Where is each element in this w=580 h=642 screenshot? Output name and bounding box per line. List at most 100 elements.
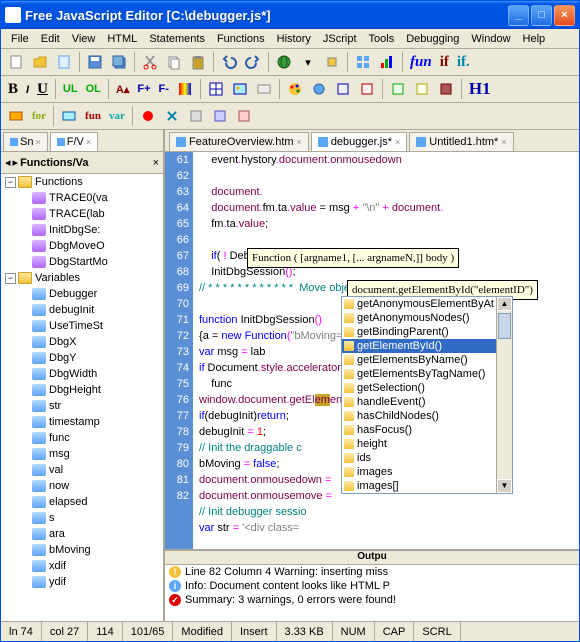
h1-button[interactable]: H1 [466, 79, 494, 99]
font-minus-button[interactable]: F- [156, 83, 172, 95]
editor-tab[interactable]: FeatureOverview.htm× [169, 132, 309, 151]
autocomplete-item[interactable]: getElementsByName() [342, 353, 512, 367]
side-tab-F/V[interactable]: F/V× [50, 132, 98, 151]
tree-fn-DbgMoveO[interactable]: DbgMoveO [1, 238, 163, 254]
autocomplete-item[interactable]: getAnonymousNodes() [342, 311, 512, 325]
t3-1-icon[interactable] [5, 105, 27, 127]
redo-icon[interactable] [242, 51, 264, 73]
open-icon[interactable] [29, 51, 51, 73]
menu-edit[interactable]: Edit [35, 31, 66, 47]
code-line[interactable]: // Init debugger sessio [199, 504, 579, 520]
tree-var-UseTimeSt[interactable]: UseTimeSt [1, 318, 163, 334]
menu-tools[interactable]: Tools [363, 31, 401, 47]
anchor-button[interactable]: A▴ [113, 83, 132, 96]
tools-icon[interactable] [321, 51, 343, 73]
gear-icon[interactable]: ▾ [297, 51, 319, 73]
menu-functions[interactable]: Functions [211, 31, 271, 47]
tree-fn-TRACE0(va[interactable]: TRACE0(va [1, 190, 163, 206]
i5-icon[interactable] [411, 78, 433, 100]
autocomplete-item[interactable]: height [342, 437, 512, 451]
if-text-2[interactable]: if. [454, 54, 473, 71]
code-line[interactable]: fm.ta.value; [199, 216, 579, 232]
tree-var-xdif[interactable]: xdif [1, 558, 163, 574]
expand-icon[interactable]: − [5, 177, 16, 188]
grid-icon[interactable] [352, 51, 374, 73]
tree-fn-InitDbgSe:[interactable]: InitDbgSe: [1, 222, 163, 238]
code-line[interactable]: event.hystory.document.onmousedown [199, 152, 579, 168]
side-tab-Sn[interactable]: Sn× [3, 132, 48, 151]
t3-6-icon[interactable] [209, 105, 231, 127]
menu-debugging[interactable]: Debugging [400, 31, 465, 47]
i4-icon[interactable] [387, 78, 409, 100]
expand-icon[interactable]: − [5, 273, 16, 284]
tree-var-bMoving[interactable]: bMoving [1, 542, 163, 558]
output-line[interactable]: iInfo: Document content looks like HTML … [165, 579, 579, 593]
tree-var-str[interactable]: str [1, 398, 163, 414]
underline-button[interactable]: U [34, 81, 51, 98]
new2-icon[interactable] [53, 51, 75, 73]
tree-var-s[interactable]: s [1, 510, 163, 526]
autocomplete-item[interactable]: getAnonymousElementByAt [342, 297, 512, 311]
t3-5-icon[interactable] [185, 105, 207, 127]
tree-var-elapsed[interactable]: elapsed [1, 494, 163, 510]
menu-jscript[interactable]: JScript [317, 31, 363, 47]
tree-var-msg[interactable]: msg [1, 446, 163, 462]
close-button[interactable]: × [554, 5, 575, 26]
code-line[interactable] [199, 232, 579, 248]
tree-fn-DbgStartMo[interactable]: DbgStartMo [1, 254, 163, 270]
font-plus-button[interactable]: F+ [134, 83, 153, 95]
t3-2-icon[interactable] [58, 105, 80, 127]
link-icon[interactable] [308, 78, 330, 100]
autocomplete-item[interactable]: getSelection() [342, 381, 512, 395]
tab-close-icon[interactable]: × [501, 137, 506, 147]
i3-icon[interactable] [356, 78, 378, 100]
tree-var-ydif[interactable]: ydif [1, 574, 163, 590]
chart-icon[interactable] [376, 51, 398, 73]
code-line[interactable]: var str = '<div class= [199, 520, 579, 536]
code-area[interactable]: event.hystory.document.onmousedown docum… [193, 152, 579, 549]
autocomplete-item[interactable]: hasChildNodes() [342, 409, 512, 423]
tree-view[interactable]: −FunctionsTRACE0(vaTRACE(labInitDbgSe:Db… [1, 174, 163, 621]
scroll-up-icon[interactable]: ▲ [497, 297, 512, 311]
paste-icon[interactable] [187, 51, 209, 73]
menu-window[interactable]: Window [465, 31, 516, 47]
i2-icon[interactable] [332, 78, 354, 100]
code-line[interactable] [199, 168, 579, 184]
tree-var-DbgHeight[interactable]: DbgHeight [1, 382, 163, 398]
editor-tab[interactable]: debugger.js*× [311, 132, 407, 151]
tree-functions[interactable]: −Functions [1, 174, 163, 190]
table-icon[interactable] [205, 78, 227, 100]
minimize-button[interactable]: _ [508, 5, 529, 26]
menu-view[interactable]: View [66, 31, 102, 47]
menu-html[interactable]: HTML [101, 31, 143, 47]
scroll-thumb[interactable] [498, 313, 511, 339]
tree-variables[interactable]: −Variables [1, 270, 163, 286]
tree-var-val[interactable]: val [1, 462, 163, 478]
menu-help[interactable]: Help [517, 31, 552, 47]
form-icon[interactable] [253, 78, 275, 100]
menu-history[interactable]: History [271, 31, 317, 47]
side-nav-left[interactable]: ◂ [5, 156, 11, 169]
tree-var-DbgWidth[interactable]: DbgWidth [1, 366, 163, 382]
bold-button[interactable]: B [5, 81, 21, 98]
color-icon[interactable] [174, 78, 196, 100]
image-icon[interactable] [229, 78, 251, 100]
t3-3-icon[interactable] [137, 105, 159, 127]
autocomplete-item[interactable]: images[] [342, 479, 512, 493]
globe-icon[interactable] [273, 51, 295, 73]
palette-icon[interactable] [284, 78, 306, 100]
new-icon[interactable] [5, 51, 27, 73]
save-icon[interactable] [84, 51, 106, 73]
cut-icon[interactable] [139, 51, 161, 73]
var-text[interactable]: var [106, 110, 128, 122]
ul-button[interactable]: UL [60, 83, 81, 95]
close-icon[interactable]: × [86, 137, 91, 147]
autocomplete-item[interactable]: images [342, 465, 512, 479]
if-text[interactable]: if [437, 54, 452, 71]
ol-button[interactable]: OL [83, 83, 104, 95]
autocomplete-item[interactable]: handleEvent() [342, 395, 512, 409]
maximize-button[interactable]: □ [531, 5, 552, 26]
side-close-icon[interactable]: × [153, 157, 159, 169]
tree-var-now[interactable]: now [1, 478, 163, 494]
autocomplete-item[interactable]: getBindingParent() [342, 325, 512, 339]
